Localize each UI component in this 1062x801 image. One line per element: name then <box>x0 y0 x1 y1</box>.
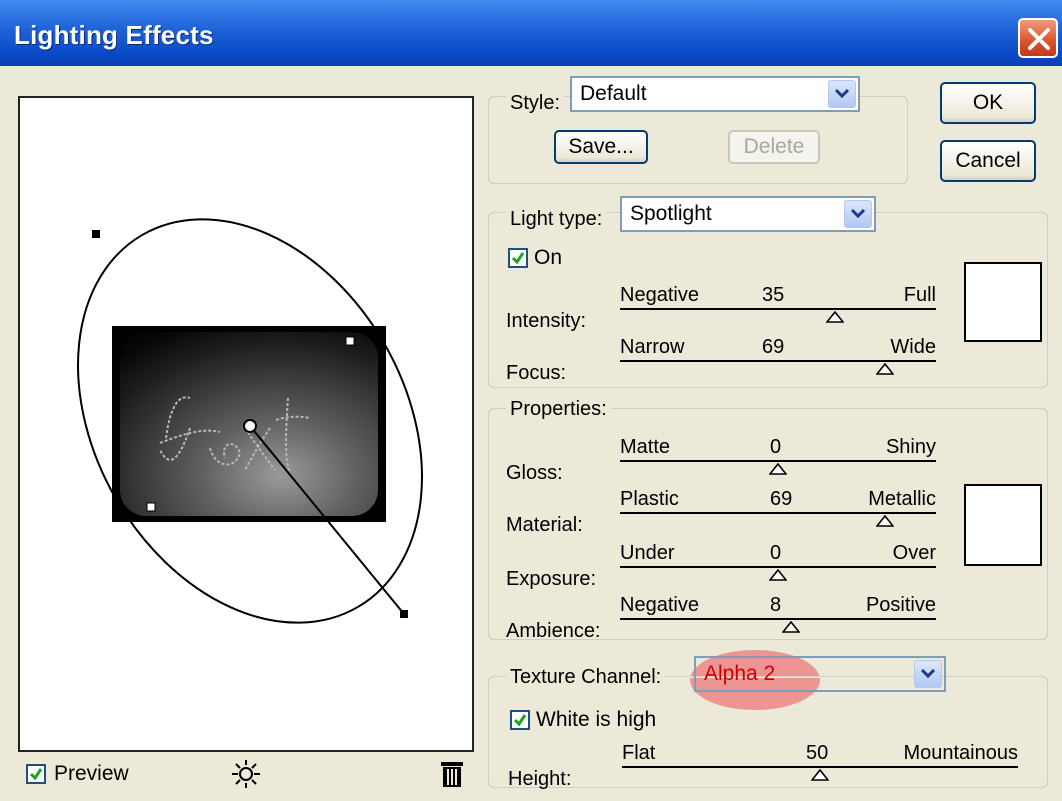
white-is-high-checkbox[interactable]: White is high <box>510 708 656 732</box>
texture-group: Texture Channel: <box>488 666 1048 788</box>
preview-canvas[interactable] <box>18 96 474 752</box>
checkmark-icon <box>29 768 43 781</box>
chevron-down-icon <box>921 669 935 679</box>
ok-button[interactable]: OK <box>940 82 1036 124</box>
texture-channel-dropdown[interactable]: Alpha 2 <box>694 656 946 692</box>
slider-track[interactable] <box>620 308 936 310</box>
slider-value: 69 <box>770 488 793 510</box>
ellipse-handle-right <box>345 336 355 346</box>
properties-label: Properties: <box>506 398 611 421</box>
slider-label: Intensity: <box>506 310 587 332</box>
light-type-value: Spotlight <box>630 202 712 225</box>
ellipse-handle-bottom <box>400 610 408 618</box>
slider-value: 8 <box>770 594 782 616</box>
slider-track[interactable] <box>620 512 936 514</box>
slider-min-label: Flat <box>622 742 656 764</box>
light-type-dropdown[interactable]: Spotlight <box>620 196 876 232</box>
preview-check-box[interactable] <box>26 764 46 784</box>
slider-min-label: Matte <box>620 436 671 458</box>
light-type-label: Light type: <box>506 208 607 231</box>
close-button[interactable] <box>1018 18 1058 58</box>
trash-icon[interactable] <box>440 760 464 788</box>
slider-max-label: Mountainous <box>903 742 1018 764</box>
title-bar: Lighting Effects <box>0 0 1062 66</box>
slider-min-label: Negative <box>620 594 699 616</box>
ellipse-handle-top <box>92 230 100 238</box>
slider-thumb[interactable] <box>769 463 787 475</box>
style-label: Style: <box>506 92 565 115</box>
slider-max-label: Wide <box>890 336 936 358</box>
slider-label: Ambience: <box>506 620 601 642</box>
slider-max-label: Metallic <box>868 488 936 510</box>
slider-label: Height: <box>508 768 572 790</box>
chevron-down-icon <box>835 89 849 99</box>
slider-thumb[interactable] <box>811 769 829 781</box>
slider-min-label: Under <box>620 542 675 564</box>
light-center-handle <box>243 419 257 433</box>
style-value: Default <box>580 82 647 105</box>
slider-label: Material: <box>506 514 583 536</box>
slider-track[interactable] <box>620 618 936 620</box>
texture-channel-label: Texture Channel: <box>506 666 666 689</box>
slider-thumb[interactable] <box>825 311 844 323</box>
slider-value: 35 <box>762 284 785 306</box>
light-color-swatch[interactable] <box>964 262 1042 342</box>
ambient-color-swatch[interactable] <box>964 484 1042 566</box>
slider-label: Exposure: <box>506 568 597 590</box>
slider-value: 0 <box>770 436 782 458</box>
slider-track[interactable] <box>620 360 936 362</box>
light-on-label: On <box>534 246 563 269</box>
white-is-high-label: White is high <box>536 708 657 731</box>
light-on-check-box[interactable] <box>508 248 528 268</box>
window-title: Lighting Effects <box>14 20 214 50</box>
slider-min-label: Negative <box>620 284 699 306</box>
slider-track[interactable] <box>620 566 936 568</box>
preview-checkbox[interactable]: Preview <box>26 762 129 786</box>
slider-thumb[interactable] <box>769 569 787 581</box>
preview-label: Preview <box>54 762 129 785</box>
light-on-checkbox[interactable]: On <box>508 246 562 270</box>
checkmark-icon <box>511 252 525 265</box>
ellipse-handle-left <box>146 502 156 512</box>
save-button[interactable]: Save... <box>554 130 648 164</box>
style-dropdown-arrow[interactable] <box>828 80 856 108</box>
slider-thumb[interactable] <box>781 621 800 633</box>
close-icon <box>1028 28 1050 50</box>
slider-thumb[interactable] <box>876 515 895 527</box>
slider-max-label: Positive <box>865 594 936 616</box>
slider-label: Gloss: <box>506 462 563 484</box>
white-is-high-check-box[interactable] <box>510 710 530 730</box>
slider-min-label: Narrow <box>620 336 685 358</box>
light-type-dropdown-arrow[interactable] <box>844 200 872 228</box>
slider-max-label: Shiny <box>885 436 936 458</box>
style-dropdown[interactable]: Default <box>570 76 860 112</box>
cancel-button[interactable]: Cancel <box>940 140 1036 182</box>
slider-track[interactable] <box>620 460 936 462</box>
slider-value: 0 <box>770 542 782 564</box>
checkmark-icon <box>513 714 527 727</box>
delete-button: Delete <box>728 130 820 164</box>
slider-min-label: Plastic <box>620 488 679 510</box>
slider-max-label: Over <box>892 542 936 564</box>
texture-dropdown-arrow[interactable] <box>914 660 942 688</box>
slider-label: Focus: <box>506 362 567 384</box>
slider-value: 69 <box>762 336 785 358</box>
slider-thumb[interactable] <box>876 363 895 375</box>
slider-max-label: Full <box>903 284 936 306</box>
add-light-icon[interactable] <box>228 758 264 790</box>
slider-track[interactable] <box>622 766 1018 768</box>
texture-channel-value: Alpha 2 <box>704 662 776 685</box>
slider-value: 50 <box>806 742 829 764</box>
chevron-down-icon <box>851 209 865 219</box>
